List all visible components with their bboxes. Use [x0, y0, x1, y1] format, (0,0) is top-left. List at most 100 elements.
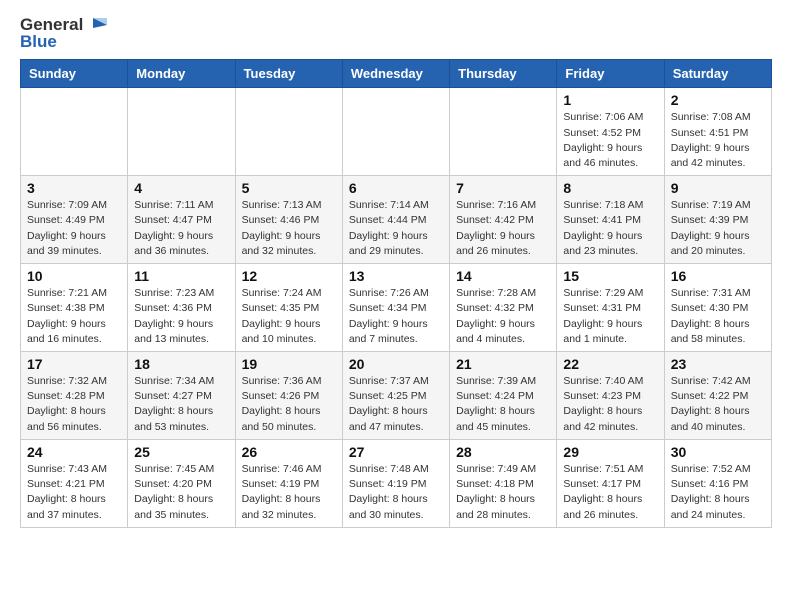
day-info: Sunrise: 7:23 AMSunset: 4:36 PMDaylight:… [134, 286, 228, 347]
calendar-cell: 14 Sunrise: 7:28 AMSunset: 4:32 PMDayligh… [450, 264, 557, 352]
calendar-cell [128, 88, 235, 176]
weekday-header-monday: Monday [128, 60, 235, 88]
day-number: 15 [563, 268, 657, 284]
day-info: Sunrise: 7:18 AMSunset: 4:41 PMDaylight:… [563, 198, 657, 259]
calendar-cell: 10 Sunrise: 7:21 AMSunset: 4:38 PMDayligh… [21, 264, 128, 352]
weekday-header-tuesday: Tuesday [235, 60, 342, 88]
day-number: 2 [671, 92, 765, 108]
calendar-cell: 19 Sunrise: 7:36 AMSunset: 4:26 PMDayligh… [235, 352, 342, 440]
calendar-week-4: 24 Sunrise: 7:43 AMSunset: 4:21 PMDayligh… [21, 439, 772, 527]
day-info: Sunrise: 7:06 AMSunset: 4:52 PMDaylight:… [563, 110, 657, 171]
day-number: 22 [563, 356, 657, 372]
logo-text: General Blue [20, 16, 107, 51]
day-number: 1 [563, 92, 657, 108]
logo-blue: Blue [20, 33, 57, 52]
calendar-cell: 22 Sunrise: 7:40 AMSunset: 4:23 PMDayligh… [557, 352, 664, 440]
calendar-cell: 18 Sunrise: 7:34 AMSunset: 4:27 PMDayligh… [128, 352, 235, 440]
day-number: 26 [242, 444, 336, 460]
calendar-cell: 3Sunrise: 7:09 AMSunset: 4:49 PMDaylight… [21, 176, 128, 264]
weekday-header-sunday: Sunday [21, 60, 128, 88]
day-info: Sunrise: 7:37 AMSunset: 4:25 PMDaylight:… [349, 374, 443, 435]
day-number: 11 [134, 268, 228, 284]
calendar-cell: 6 Sunrise: 7:14 AMSunset: 4:44 PMDaylight… [342, 176, 449, 264]
day-info: Sunrise: 7:19 AMSunset: 4:39 PMDaylight:… [671, 198, 765, 259]
calendar-cell [450, 88, 557, 176]
day-info: Sunrise: 7:28 AMSunset: 4:32 PMDaylight:… [456, 286, 550, 347]
calendar-cell: 28 Sunrise: 7:49 AMSunset: 4:18 PMDayligh… [450, 439, 557, 527]
day-number: 17 [27, 356, 121, 372]
calendar-cell: 24 Sunrise: 7:43 AMSunset: 4:21 PMDayligh… [21, 439, 128, 527]
weekday-header-friday: Friday [557, 60, 664, 88]
day-info: Sunrise: 7:43 AMSunset: 4:21 PMDaylight:… [27, 462, 121, 523]
calendar-cell: 30 Sunrise: 7:52 AMSunset: 4:16 PMDayligh… [664, 439, 771, 527]
logo-bird-icon [85, 16, 107, 34]
page-container: General Blue SundayMondayTuesdayWednesda… [0, 0, 792, 548]
day-number: 27 [349, 444, 443, 460]
day-number: 18 [134, 356, 228, 372]
day-number: 10 [27, 268, 121, 284]
calendar-cell [235, 88, 342, 176]
day-info: Sunrise: 7:13 AMSunset: 4:46 PMDaylight:… [242, 198, 336, 259]
day-info: Sunrise: 7:34 AMSunset: 4:27 PMDaylight:… [134, 374, 228, 435]
calendar-cell: 2 Sunrise: 7:08 AMSunset: 4:51 PMDaylight… [664, 88, 771, 176]
calendar-cell: 12 Sunrise: 7:24 AMSunset: 4:35 PMDayligh… [235, 264, 342, 352]
day-info: Sunrise: 7:40 AMSunset: 4:23 PMDaylight:… [563, 374, 657, 435]
calendar-cell: 21 Sunrise: 7:39 AMSunset: 4:24 PMDayligh… [450, 352, 557, 440]
day-number: 7 [456, 180, 550, 196]
calendar-cell: 1 Sunrise: 7:06 AMSunset: 4:52 PMDaylight… [557, 88, 664, 176]
day-info: Sunrise: 7:32 AMSunset: 4:28 PMDaylight:… [27, 374, 121, 435]
calendar-week-2: 10 Sunrise: 7:21 AMSunset: 4:38 PMDayligh… [21, 264, 772, 352]
day-number: 8 [563, 180, 657, 196]
day-number: 20 [349, 356, 443, 372]
calendar-cell: 9 Sunrise: 7:19 AMSunset: 4:39 PMDaylight… [664, 176, 771, 264]
day-number: 21 [456, 356, 550, 372]
calendar-cell: 5Sunrise: 7:13 AMSunset: 4:46 PMDaylight… [235, 176, 342, 264]
calendar-cell: 26 Sunrise: 7:46 AMSunset: 4:19 PMDayligh… [235, 439, 342, 527]
logo: General Blue [20, 16, 107, 51]
calendar-cell: 17 Sunrise: 7:32 AMSunset: 4:28 PMDayligh… [21, 352, 128, 440]
header: General Blue [20, 16, 772, 51]
day-info: Sunrise: 7:48 AMSunset: 4:19 PMDaylight:… [349, 462, 443, 523]
day-number: 14 [456, 268, 550, 284]
day-info: Sunrise: 7:09 AMSunset: 4:49 PMDaylight:… [27, 198, 121, 259]
calendar-week-3: 17 Sunrise: 7:32 AMSunset: 4:28 PMDayligh… [21, 352, 772, 440]
calendar-week-0: 1 Sunrise: 7:06 AMSunset: 4:52 PMDaylight… [21, 88, 772, 176]
day-info: Sunrise: 7:26 AMSunset: 4:34 PMDaylight:… [349, 286, 443, 347]
day-info: Sunrise: 7:29 AMSunset: 4:31 PMDaylight:… [563, 286, 657, 347]
calendar-table: SundayMondayTuesdayWednesdayThursdayFrid… [20, 59, 772, 527]
calendar-week-1: 3Sunrise: 7:09 AMSunset: 4:49 PMDaylight… [21, 176, 772, 264]
calendar-cell: 15 Sunrise: 7:29 AMSunset: 4:31 PMDayligh… [557, 264, 664, 352]
day-info: Sunrise: 7:52 AMSunset: 4:16 PMDaylight:… [671, 462, 765, 523]
day-number: 25 [134, 444, 228, 460]
day-number: 12 [242, 268, 336, 284]
day-number: 24 [27, 444, 121, 460]
calendar-cell: 20 Sunrise: 7:37 AMSunset: 4:25 PMDayligh… [342, 352, 449, 440]
day-number: 9 [671, 180, 765, 196]
day-info: Sunrise: 7:21 AMSunset: 4:38 PMDaylight:… [27, 286, 121, 347]
calendar-cell [21, 88, 128, 176]
day-info: Sunrise: 7:42 AMSunset: 4:22 PMDaylight:… [671, 374, 765, 435]
calendar-cell [342, 88, 449, 176]
day-info: Sunrise: 7:14 AMSunset: 4:44 PMDaylight:… [349, 198, 443, 259]
day-info: Sunrise: 7:46 AMSunset: 4:19 PMDaylight:… [242, 462, 336, 523]
day-number: 6 [349, 180, 443, 196]
day-number: 19 [242, 356, 336, 372]
day-number: 23 [671, 356, 765, 372]
day-info: Sunrise: 7:11 AMSunset: 4:47 PMDaylight:… [134, 198, 228, 259]
day-info: Sunrise: 7:08 AMSunset: 4:51 PMDaylight:… [671, 110, 765, 171]
weekday-header-wednesday: Wednesday [342, 60, 449, 88]
calendar-cell: 25Sunrise: 7:45 AMSunset: 4:20 PMDayligh… [128, 439, 235, 527]
day-info: Sunrise: 7:24 AMSunset: 4:35 PMDaylight:… [242, 286, 336, 347]
calendar-cell: 7Sunrise: 7:16 AMSunset: 4:42 PMDaylight… [450, 176, 557, 264]
day-info: Sunrise: 7:36 AMSunset: 4:26 PMDaylight:… [242, 374, 336, 435]
day-number: 28 [456, 444, 550, 460]
weekday-header-saturday: Saturday [664, 60, 771, 88]
day-info: Sunrise: 7:31 AMSunset: 4:30 PMDaylight:… [671, 286, 765, 347]
calendar-cell: 11 Sunrise: 7:23 AMSunset: 4:36 PMDayligh… [128, 264, 235, 352]
day-info: Sunrise: 7:39 AMSunset: 4:24 PMDaylight:… [456, 374, 550, 435]
calendar-cell: 8 Sunrise: 7:18 AMSunset: 4:41 PMDaylight… [557, 176, 664, 264]
day-number: 4 [134, 180, 228, 196]
day-info: Sunrise: 7:49 AMSunset: 4:18 PMDaylight:… [456, 462, 550, 523]
day-number: 13 [349, 268, 443, 284]
day-number: 30 [671, 444, 765, 460]
